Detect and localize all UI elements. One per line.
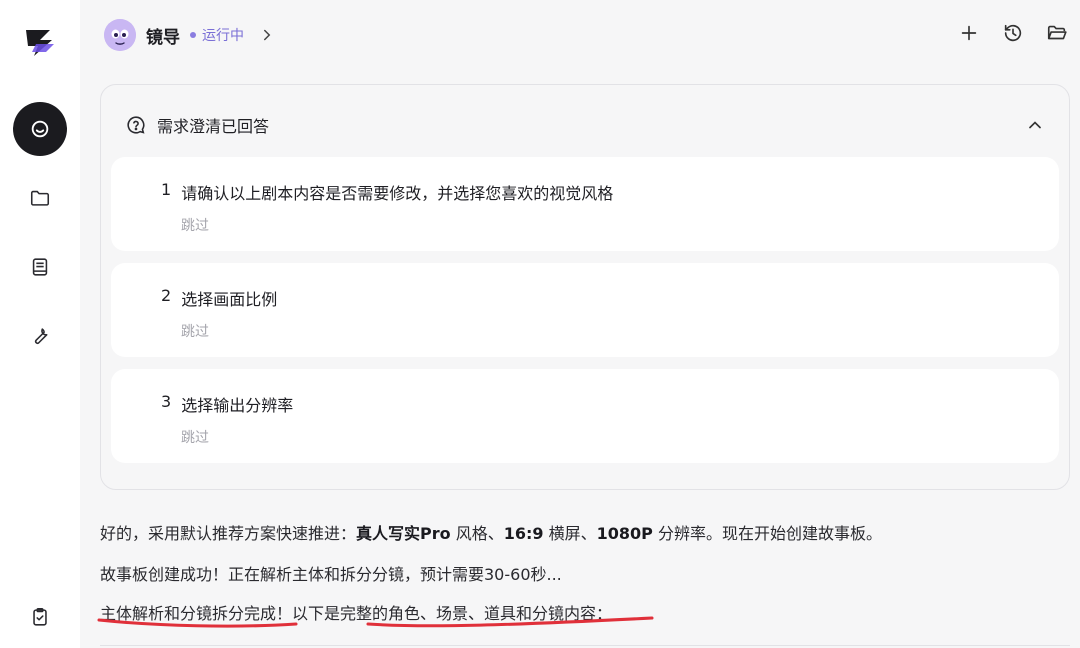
history-icon[interactable] (1002, 22, 1024, 48)
msg-text: 好的，采用默认推荐方案快速推进： (100, 524, 357, 543)
clipboard-check-icon[interactable] (13, 590, 67, 644)
chevron-up-icon[interactable] (1025, 115, 1045, 135)
question-item: 3 选择输出分辨率 跳过 (111, 369, 1059, 463)
clarification-card: 需求澄清已回答 1 请确认以上剧本内容是否需要修改，并选择您喜欢的视觉风格 跳过… (100, 84, 1070, 490)
question-number: 3 (161, 392, 172, 411)
chat-icon[interactable] (13, 102, 67, 156)
question-title: 2 选择画面比例 (161, 286, 277, 310)
question-item: 2 选择画面比例 跳过 (111, 263, 1059, 357)
skip-label[interactable]: 跳过 (181, 215, 209, 235)
logo-icon[interactable] (20, 22, 60, 62)
skip-label[interactable]: 跳过 (181, 427, 209, 447)
folder-open-icon[interactable] (1046, 22, 1068, 48)
header: 镜导 运行中 (80, 0, 1080, 70)
msg-bold-style: 真人写实Pro (356, 524, 451, 543)
question-text: 请确认以上剧本内容是否需要修改，并选择您喜欢的视觉风格 (181, 184, 614, 203)
divider (100, 645, 1070, 646)
avatar[interactable] (104, 19, 136, 51)
chevron-right-icon[interactable] (258, 26, 276, 44)
book-icon[interactable] (13, 240, 67, 294)
question-text: 选择画面比例 (181, 290, 278, 309)
question-text: 选择输出分辨率 (181, 396, 294, 415)
question-number: 2 (161, 286, 172, 305)
card-header: 需求澄清已回答 (125, 113, 269, 137)
question-title: 1 请确认以上剧本内容是否需要修改，并选择您喜欢的视觉风格 (161, 180, 613, 204)
sidebar (0, 0, 80, 648)
folder-icon[interactable] (13, 171, 67, 225)
red-underline-annotation (97, 616, 654, 628)
msg-text: 风格、 (450, 524, 504, 543)
status-text: 运行中 (202, 28, 244, 44)
agent-name: 镜导 (146, 27, 180, 48)
skip-label[interactable]: 跳过 (181, 321, 209, 341)
question-icon (127, 116, 145, 134)
question-number: 1 (161, 180, 172, 199)
msg-bold-resolution: 1080P (596, 524, 653, 543)
msg-text: 横屏、 (543, 524, 597, 543)
status-dot (190, 32, 196, 38)
header-actions (958, 22, 1068, 48)
question-item: 1 请确认以上剧本内容是否需要修改，并选择您喜欢的视觉风格 跳过 (111, 157, 1059, 251)
question-title: 3 选择输出分辨率 (161, 392, 293, 416)
wrench-icon[interactable] (13, 309, 67, 363)
assistant-message-2: 故事板创建成功！正在解析主体和拆分分镜，预计需要30-60秒... (100, 565, 562, 584)
msg-bold-ratio: 16:9 (503, 524, 544, 543)
plus-icon[interactable] (958, 22, 980, 48)
msg-text: 分辨率。现在开始创建故事板。 (652, 524, 882, 543)
card-title: 需求澄清已回答 (157, 117, 270, 136)
assistant-message-1: 好的，采用默认推荐方案快速推进：真人写实Pro 风格、16:9 横屏、1080P… (100, 520, 882, 544)
